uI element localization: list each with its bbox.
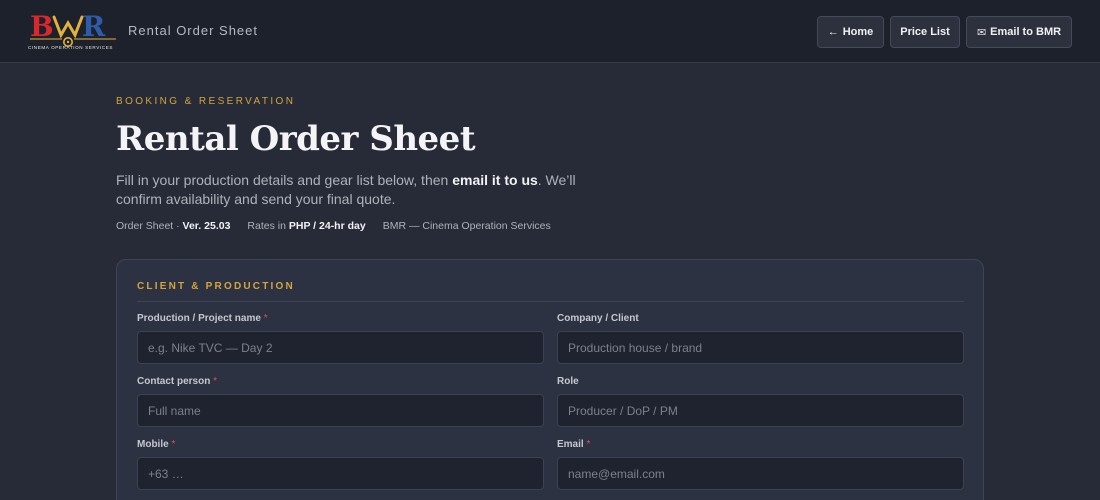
svg-text:R: R <box>82 10 106 43</box>
contact-person-label: Contact person * <box>137 376 217 387</box>
email-button-label: Email to BMR <box>990 26 1062 38</box>
required-marker: * <box>213 376 218 387</box>
contact-person-label-text: Contact person <box>137 376 211 387</box>
required-marker: * <box>171 439 176 450</box>
sheet-version: Order Sheet · Ver. 25.03 <box>116 220 230 232</box>
mobile-input[interactable] <box>137 457 544 490</box>
price-list-button[interactable]: Price List <box>890 16 960 48</box>
role-input[interactable] <box>557 394 964 427</box>
top-bar: B R CINEMA OPERATION SERVICES Rental Ord… <box>0 0 1100 63</box>
rates-info: Rates in PHP / 24-hr day <box>247 220 365 232</box>
company-client-label: Company / Client <box>557 313 639 324</box>
company-client-input[interactable] <box>557 331 964 364</box>
project-name-label-text: Production / Project name <box>137 313 261 324</box>
page-title: Rental Order Sheet <box>116 119 476 159</box>
meta-row: Order Sheet · Ver. 25.03 Rates in PHP / … <box>116 220 551 232</box>
intro-text-emphasis: email it to us <box>452 172 538 188</box>
company-name: BMR — Cinema Operation Services <box>382 220 551 232</box>
sheet-version-label: Order Sheet · <box>116 220 183 232</box>
contact-person-input[interactable] <box>137 394 544 427</box>
envelope-icon: ✉ <box>976 26 987 39</box>
home-button-label: Home <box>842 26 874 38</box>
mobile-label: Mobile * <box>137 439 175 450</box>
email-input[interactable] <box>557 457 964 490</box>
header-title: Rental Order Sheet <box>128 23 259 38</box>
email-to-bmr-button[interactable]: ✉ Email to BMR <box>966 16 1072 48</box>
logo-tagline: CINEMA OPERATION SERVICES <box>28 45 114 50</box>
section-title: CLIENT & PRODUCTION <box>137 281 295 292</box>
mobile-label-text: Mobile <box>137 439 169 450</box>
home-button[interactable]: ← Home <box>817 16 884 48</box>
section-divider <box>137 301 964 302</box>
email-label: Email * <box>557 439 590 450</box>
arrow-left-icon: ← <box>827 26 839 38</box>
email-label-text: Email <box>557 439 584 450</box>
eyebrow-label: BOOKING & RESERVATION <box>116 96 296 107</box>
bmr-logo[interactable]: B R CINEMA OPERATION SERVICES <box>28 9 118 53</box>
required-marker: * <box>263 313 268 324</box>
required-marker: * <box>586 439 591 450</box>
rates-value: PHP / 24-hr day <box>288 220 366 232</box>
project-name-label: Production / Project name * <box>137 313 268 324</box>
rates-label: Rates in <box>247 220 289 232</box>
project-name-input[interactable] <box>137 331 544 364</box>
client-production-card: CLIENT & PRODUCTION Production / Project… <box>116 259 984 500</box>
intro-text: Fill in your production details and gear… <box>116 171 596 209</box>
company-client-label-text: Company / Client <box>557 313 639 324</box>
sheet-version-value: Ver. 25.03 <box>182 220 231 232</box>
price-list-button-label: Price List <box>900 26 950 38</box>
role-label: Role <box>557 376 579 387</box>
svg-text:B: B <box>30 10 54 43</box>
role-label-text: Role <box>557 376 579 387</box>
intro-text-start: Fill in your production details and gear… <box>116 172 453 188</box>
